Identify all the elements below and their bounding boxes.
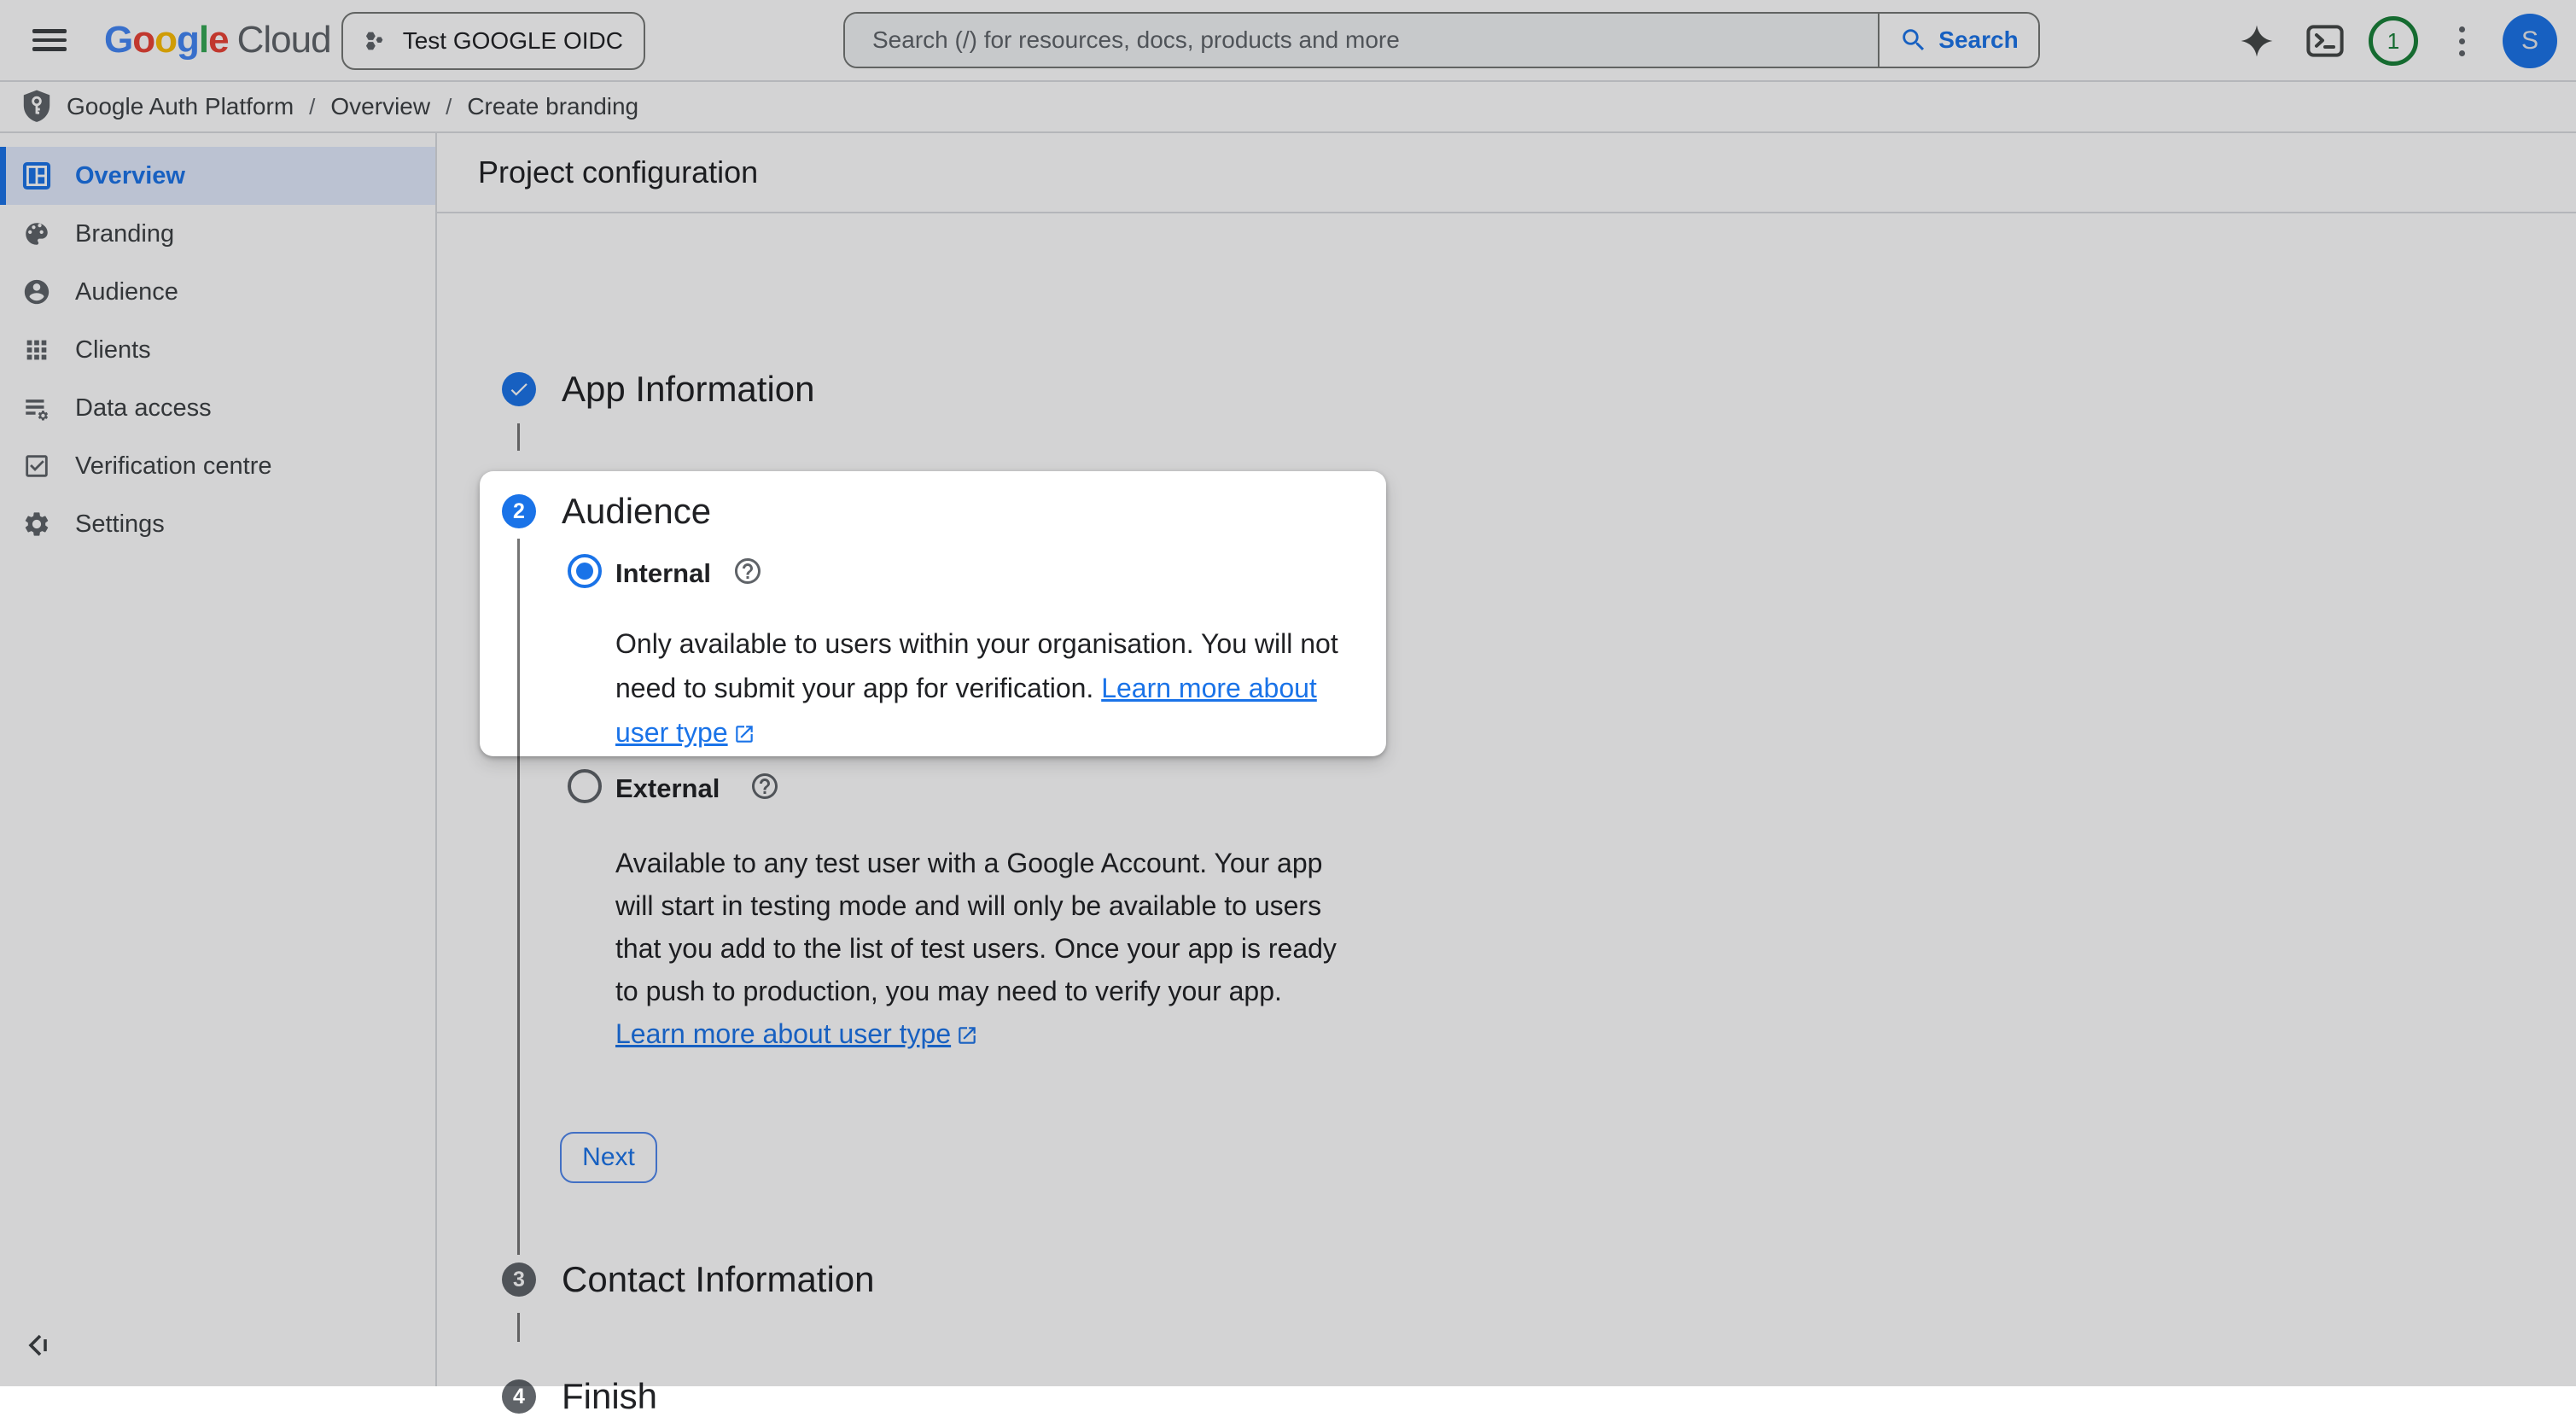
external-help-icon[interactable]	[749, 771, 780, 802]
google-cloud-logo[interactable]: GoogleCloud	[104, 19, 331, 61]
breadcrumb-item-auth-platform[interactable]: Google Auth Platform	[67, 93, 294, 120]
search-input[interactable]	[872, 26, 1878, 54]
project-configuration-stepper: App Information 2 Audience Internal Only…	[437, 213, 2576, 1385]
internal-help-icon[interactable]	[732, 556, 763, 586]
external-description: Available to any test user with a Google…	[615, 842, 1346, 1055]
palette-icon	[22, 219, 51, 248]
step4-title: Finish	[562, 1376, 657, 1417]
search-bar: Search	[843, 12, 2040, 68]
collapse-sidebar-button[interactable]	[26, 1332, 50, 1364]
external-radio[interactable]	[568, 769, 602, 803]
verification-check-icon	[22, 452, 51, 481]
main-content: Project configuration App Information 2 …	[437, 133, 2576, 1386]
data-access-icon	[22, 394, 51, 423]
project-hexagons-icon	[364, 24, 386, 58]
logo-letter: o	[132, 19, 154, 61]
stepper-connector	[517, 756, 520, 1255]
sidebar-item-verification-centre[interactable]: Verification centre	[0, 437, 435, 495]
sidebar-item-overview[interactable]: Overview	[0, 147, 435, 205]
sidebar-item-label: Data access	[75, 394, 212, 423]
external-link-icon	[733, 723, 755, 745]
account-circle-icon	[22, 277, 51, 306]
sidebar-item-label: Settings	[75, 510, 165, 539]
sidebar-item-audience[interactable]: Audience	[0, 263, 435, 321]
step3-number-icon: 3	[502, 1262, 536, 1297]
google-cloud-console: GoogleCloud Test GOOGLE OIDC Search	[0, 0, 2576, 1386]
stepper-connector	[517, 423, 520, 451]
page-header: Project configuration	[437, 133, 2576, 213]
external-radio-label[interactable]: External	[615, 773, 720, 804]
apps-grid-icon	[22, 335, 51, 364]
logo-letter: G	[104, 19, 132, 61]
breadcrumb-separator: /	[430, 94, 467, 120]
sidebar-nav: Overview Branding Audience Clients	[0, 133, 437, 1386]
sidebar-item-label: Verification centre	[75, 452, 272, 481]
notifications-button[interactable]: 1	[2359, 7, 2427, 75]
logo-letter: o	[154, 19, 177, 61]
topbar-actions: 1 S	[2223, 0, 2576, 82]
external-learn-more-link[interactable]: Learn more about user type	[615, 1018, 978, 1049]
stepper-connector	[517, 539, 520, 756]
collapse-chevron-icon	[26, 1333, 50, 1357]
step3-title: Contact Information	[562, 1259, 875, 1300]
internal-description: Only available to users within your orga…	[615, 621, 1346, 755]
top-bar: GoogleCloud Test GOOGLE OIDC Search	[0, 0, 2576, 82]
gemini-button[interactable]	[2223, 7, 2291, 75]
search-button[interactable]: Search	[1878, 14, 2038, 67]
cloud-shell-button[interactable]	[2291, 7, 2359, 75]
internal-radio[interactable]	[568, 554, 602, 588]
logo-letter: g	[177, 19, 199, 61]
step1-title: App Information	[562, 369, 815, 410]
next-button[interactable]: Next	[560, 1132, 657, 1183]
search-icon	[1899, 26, 1928, 55]
stepper-connector	[517, 1313, 520, 1342]
terminal-icon	[2306, 25, 2344, 57]
audience-step-card: 2 Audience Internal Only available to us…	[480, 471, 1386, 756]
avatar-initial: S	[2521, 26, 2538, 55]
page-title: Project configuration	[478, 155, 758, 190]
sidebar-item-label: Audience	[75, 278, 178, 306]
project-name: Test GOOGLE OIDC	[403, 27, 623, 55]
sidebar-item-label: Overview	[75, 162, 185, 190]
menu-icon[interactable]	[32, 29, 67, 51]
sidebar-item-branding[interactable]: Branding	[0, 205, 435, 263]
sidebar-item-label: Branding	[75, 220, 174, 248]
step2-title: Audience	[562, 491, 711, 532]
gear-icon	[22, 510, 51, 539]
notification-badge: 1	[2369, 16, 2418, 66]
auth-platform-shield-icon	[20, 89, 53, 125]
google-wordmark: Google	[104, 19, 229, 61]
breadcrumb-separator: /	[294, 94, 330, 120]
overview-icon	[22, 161, 51, 190]
step2-number-icon: 2	[502, 494, 536, 528]
logo-letter: l	[199, 19, 208, 61]
logo-letter: e	[208, 19, 228, 61]
check-icon	[508, 378, 530, 400]
step4-number-icon: 4	[502, 1379, 536, 1414]
sidebar-item-data-access[interactable]: Data access	[0, 379, 435, 437]
internal-radio-label[interactable]: Internal	[615, 558, 711, 589]
breadcrumb: Google Auth Platform / Overview / Create…	[0, 82, 2576, 133]
search-input-zone	[845, 14, 1878, 67]
sidebar-item-clients[interactable]: Clients	[0, 321, 435, 379]
gemini-sparkle-icon	[2239, 23, 2275, 59]
sidebar-item-settings[interactable]: Settings	[0, 495, 435, 553]
notification-count: 1	[2387, 28, 2399, 55]
breadcrumb-item-create-branding: Create branding	[467, 93, 638, 120]
more-options-button[interactable]	[2427, 7, 2496, 75]
sidebar-item-label: Clients	[75, 336, 151, 364]
kebab-menu-icon	[2459, 26, 2465, 56]
step1-completed-icon	[502, 372, 536, 406]
breadcrumb-item-overview[interactable]: Overview	[330, 93, 430, 120]
account-avatar[interactable]: S	[2503, 14, 2557, 68]
external-link-icon	[956, 1024, 978, 1047]
search-button-label: Search	[1938, 26, 2018, 54]
cloud-wordmark: Cloud	[237, 19, 331, 61]
project-selector[interactable]: Test GOOGLE OIDC	[341, 12, 645, 70]
